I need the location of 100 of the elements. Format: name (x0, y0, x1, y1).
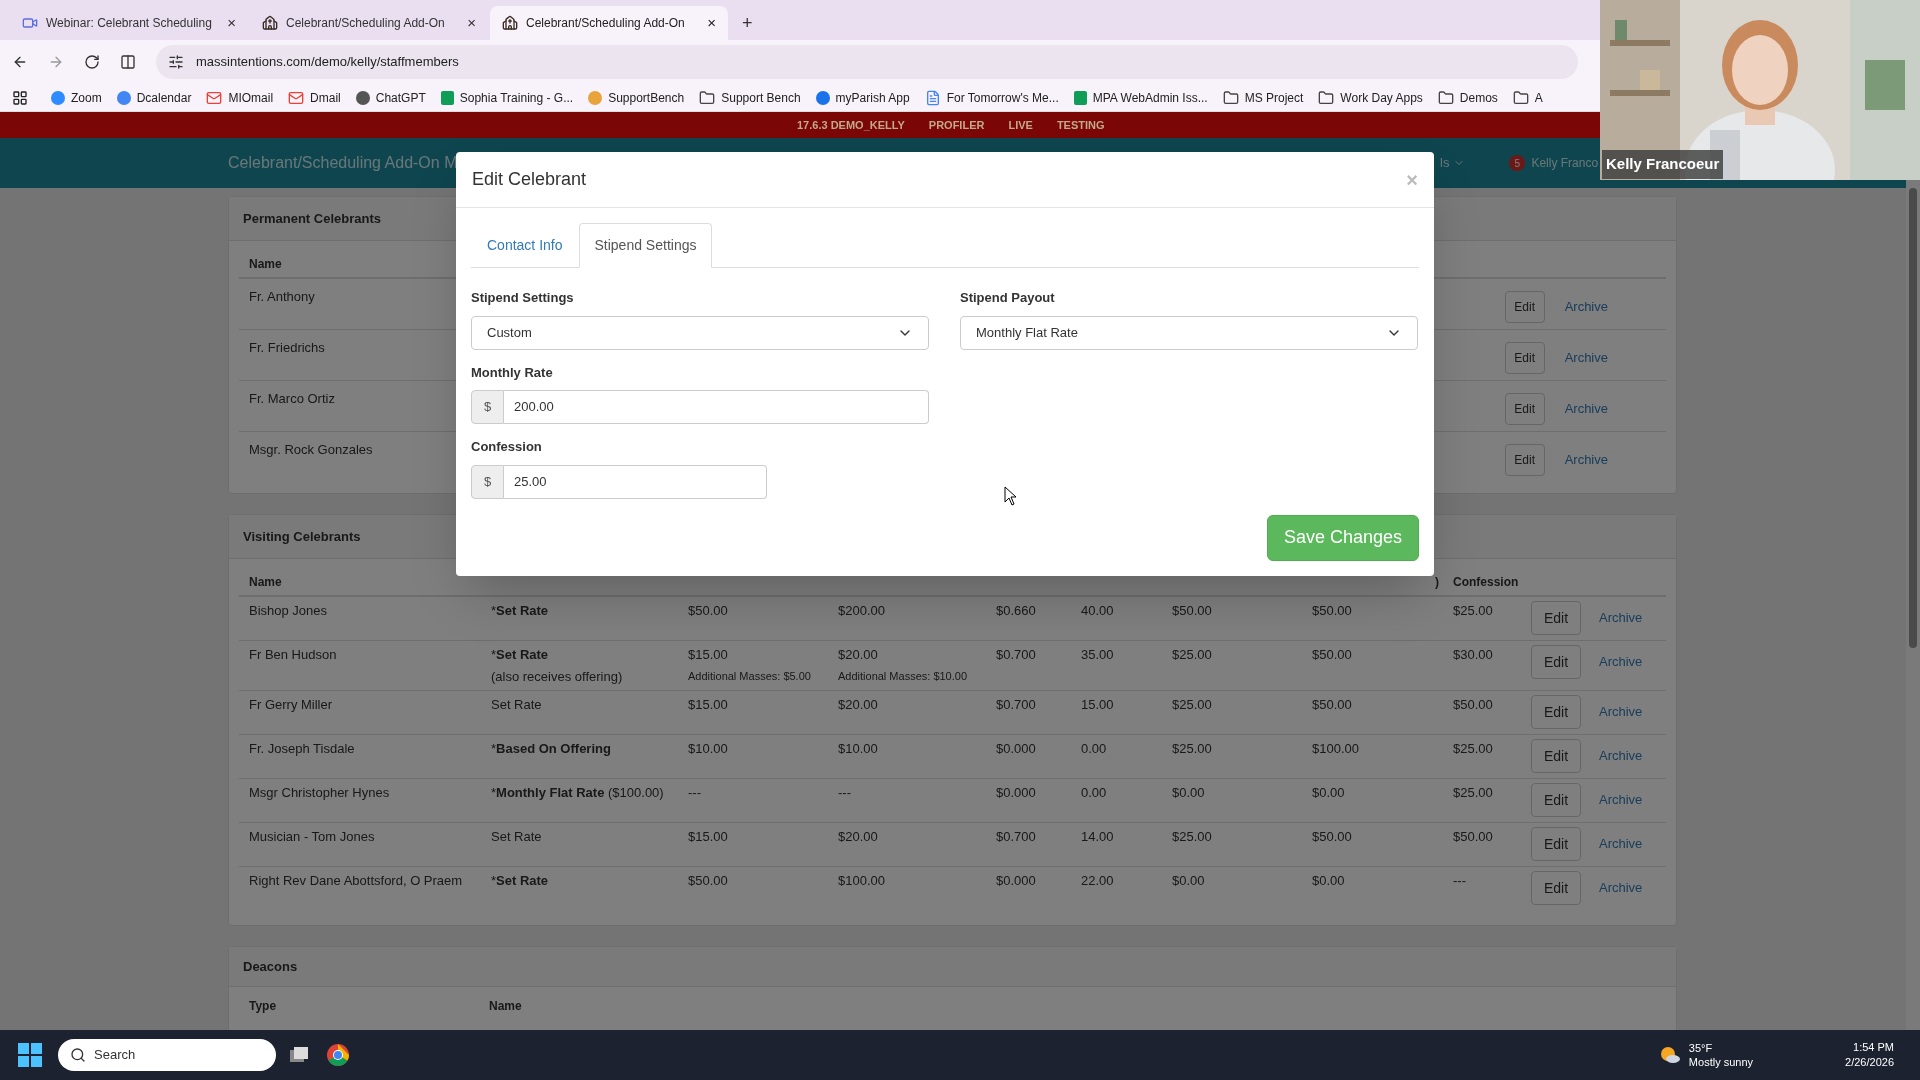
table-cell-text: $10.00 (838, 740, 879, 758)
back-icon[interactable] (12, 54, 28, 70)
table-cell-text: $25.00 (1453, 740, 1494, 758)
weather-text: Mostly sunny (1688, 1055, 1754, 1069)
table-cell-text: $20.00 (838, 828, 879, 846)
bookmark[interactable]: MIOmail (206, 88, 274, 107)
browser-tab[interactable]: Celebrant/Scheduling Add-On × (250, 6, 488, 40)
edit-button[interactable]: Edit (1504, 444, 1545, 476)
table-cell-text: $25.00 (1453, 784, 1494, 802)
table-cell-text: $25.00 (1453, 602, 1494, 620)
table-cell-text: *Set Rate (491, 602, 550, 620)
table-cell-text: --- (688, 784, 702, 802)
input-field[interactable]: 200.00 (504, 390, 929, 424)
dialog-tab[interactable]: Contact Info (471, 223, 579, 268)
bookmark-label: SupportBench (608, 89, 685, 107)
table-cell-text: *Set Rate (491, 872, 550, 890)
apps-icon[interactable] (12, 89, 28, 106)
table-cell-text: --- (838, 784, 852, 802)
bookmark[interactable]: Dcalendar (116, 88, 192, 107)
bookmark[interactable]: SupportBench (588, 88, 685, 107)
edit-button[interactable]: Edit (1531, 645, 1581, 679)
table-cell-text: $50.00 (1312, 696, 1353, 714)
table-cell-text: $0.000 (996, 784, 1037, 802)
select-field[interactable]: Monthly Flat Rate (960, 315, 1418, 350)
table-cell-text: $0.700 (996, 828, 1037, 846)
table-cell-text: Msgr Christopher Hynes (248, 784, 391, 802)
bookmark[interactable]: Zoom (51, 88, 102, 107)
table-cell-text: $10.00 (688, 740, 729, 758)
edit-button[interactable]: Edit (1504, 291, 1545, 323)
field-label: Stipend Payout (960, 289, 1056, 307)
bookmark[interactable]: Demos (1437, 88, 1498, 107)
table-cell-text: $25.00 (1172, 740, 1213, 758)
bookmark[interactable]: For Tomorrow's Me... (924, 88, 1059, 107)
table-cell-text: Right Rev Dane Abottsford, O Praem (248, 872, 464, 890)
table-cell-text: $25.00 (1172, 696, 1213, 714)
currency-addon: $ (471, 390, 504, 424)
table-cell-text: $0.00 (1172, 784, 1206, 802)
dialog-tab[interactable]: Stipend Settings (578, 223, 713, 268)
panel-title: Deacons (243, 957, 298, 976)
new-tab-button[interactable]: + (730, 6, 765, 40)
table-cell-text: --- (1453, 872, 1467, 890)
close-icon[interactable]: × (227, 11, 236, 35)
modal-title: Edit Celebrant (472, 168, 587, 191)
bookmark[interactable]: myParish App (815, 88, 910, 107)
table-cell-text: 22.00 (1081, 872, 1115, 890)
table-cell-text: $50.00 (1453, 828, 1494, 846)
column-header: Name (248, 574, 282, 591)
bookmark[interactable]: MS Project (1222, 88, 1304, 107)
select-field[interactable]: Custom (471, 315, 929, 350)
table-cell-text: 35.00 (1081, 646, 1115, 664)
bookmark-label: MS Project (1244, 89, 1304, 107)
chrome-icon[interactable] (326, 1043, 350, 1067)
folder-icon (699, 89, 716, 106)
address-bar[interactable]: massintentions.com/demo/kelly/staffmembers (156, 45, 1578, 79)
bookmark[interactable]: A (1512, 88, 1543, 107)
edit-button[interactable]: Edit (1531, 601, 1581, 635)
table-cell-text: Fr Ben Hudson (248, 646, 338, 664)
bookmark[interactable]: Dmail (288, 88, 341, 107)
edit-button[interactable]: Edit (1531, 739, 1581, 773)
table-cell-text: 14.00 (1081, 828, 1115, 846)
edit-button[interactable]: Edit (1504, 342, 1545, 374)
edit-button[interactable]: Edit (1504, 393, 1545, 425)
column-header: Confession (1452, 574, 1519, 591)
site-settings-icon[interactable] (168, 54, 184, 70)
edit-button[interactable]: Edit (1531, 827, 1581, 861)
cell-note: Additional Masses: $10.00 (838, 668, 969, 684)
bookmark[interactable]: MPA WebAdmin Iss... (1073, 88, 1208, 107)
panel-title: Permanent Celebrants (243, 209, 381, 228)
table-cell-text: $50.00 (1453, 696, 1494, 714)
bookmark[interactable]: Support Bench (699, 88, 801, 107)
close-icon[interactable]: × (467, 11, 476, 35)
browser-tab[interactable]: Celebrant/Scheduling Add-On × (490, 6, 728, 40)
table-cell-text: Bishop Jones (248, 602, 329, 620)
input-field[interactable]: 25.00 (504, 464, 767, 499)
windows-logo-icon[interactable] (18, 1043, 42, 1067)
table-cell-text: Set Rate (491, 696, 543, 714)
edit-button[interactable]: Edit (1531, 871, 1581, 905)
bookmark[interactable]: Sophia Training - G... (440, 88, 574, 107)
environment-label: LIVE (1008, 117, 1033, 133)
table-cell-text: Fr. Marco Ortiz (249, 390, 335, 408)
close-icon[interactable]: × (707, 11, 716, 35)
split-view-icon[interactable] (120, 54, 136, 70)
search-field[interactable]: Search (58, 1039, 276, 1071)
table-cell-text: 40.00 (1081, 602, 1115, 620)
reload-icon[interactable] (84, 54, 100, 70)
browser-tab[interactable]: Webinar: Celebrant Scheduling × (10, 6, 248, 40)
edit-button[interactable]: Edit (1531, 783, 1581, 817)
environment-label: 17.6.3 DEMO_KELLY (797, 117, 905, 133)
table-cell-text: $100.00 (1312, 740, 1360, 758)
table-cell-text: Set Rate (491, 828, 543, 846)
table-cell-text: 15.00 (1081, 696, 1115, 714)
table-cell-text: 0.00 (1081, 740, 1108, 758)
scrollbar[interactable] (1906, 180, 1920, 1030)
bookmark[interactable]: ChatGPT (355, 88, 426, 107)
edit-button[interactable]: Edit (1531, 695, 1581, 729)
tab-title: Celebrant/Scheduling Add-On (526, 15, 686, 32)
table-cell-text: $25.00 (1172, 646, 1213, 664)
bookmark-label: Zoom (71, 89, 102, 107)
table-cell-text: $15.00 (688, 646, 729, 664)
bookmark[interactable]: Work Day Apps (1318, 88, 1423, 107)
